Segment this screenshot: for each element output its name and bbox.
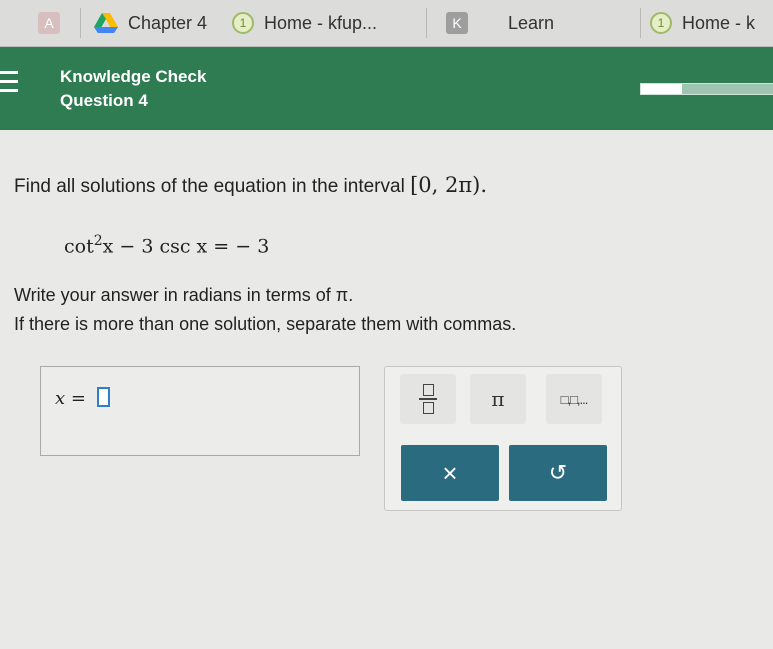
answer-label: x = [55, 388, 86, 409]
header-question-number: Question 4 [60, 91, 148, 110]
progress-fill [641, 84, 683, 94]
clear-button[interactable]: × [401, 445, 499, 501]
math-keypad: π □,□,... × ↺ [384, 366, 622, 511]
instruction-radians: Write your answer in radians in terms of… [14, 285, 354, 305]
tab-label: Chapter 4 [128, 12, 208, 33]
question-prompt: Find all solutions of the equation in th… [14, 173, 487, 198]
tab-chapter[interactable]: Chapter 4 [94, 0, 220, 46]
tab-divider [426, 8, 427, 38]
home-circle-icon: 1 [650, 12, 672, 34]
question-header: Knowledge Check Question 4 [0, 47, 773, 130]
interval-text: [0, 2π). [410, 173, 488, 197]
fraction-denominator-icon [422, 402, 434, 414]
tab-label: Learn [508, 12, 555, 33]
question-body: Find all solutions of the equation in th… [0, 130, 773, 649]
tab-a[interactable]: A [38, 0, 60, 46]
header-title: Knowledge Check [60, 67, 207, 86]
answer-input[interactable] [97, 387, 110, 407]
progress-bar [640, 83, 773, 95]
fraction-button[interactable] [400, 374, 456, 424]
browser-tab-strip: A Chapter 4 1 Home - kfup... K Learn 1 H… [0, 0, 773, 47]
letter-k-icon: K [446, 12, 468, 34]
tab-home-k[interactable]: 1 Home - k [650, 0, 773, 46]
equation-cot: cot [64, 235, 94, 258]
fraction-bar-icon [419, 398, 437, 400]
list-button[interactable]: □,□,... [546, 374, 602, 424]
hamburger-menu-icon[interactable] [0, 71, 18, 98]
tab-divider [640, 8, 641, 38]
answer-area[interactable]: x = [40, 366, 360, 456]
home-circle-icon: 1 [232, 12, 254, 34]
google-drive-icon [94, 13, 118, 33]
tab-label: Home - kfup... [264, 12, 378, 33]
letter-a-icon: A [38, 12, 60, 34]
equation-rest: x − 3 csc x = − 3 [102, 235, 270, 258]
tab-divider [80, 8, 81, 38]
tab-home-kfup[interactable]: 1 Home - kfup... [232, 0, 422, 46]
undo-button[interactable]: ↺ [509, 445, 607, 501]
equation-exponent: 2 [93, 233, 103, 249]
fraction-numerator-icon [422, 384, 434, 396]
prompt-text: Find all solutions of the equation in th… [14, 176, 405, 197]
tab-learn[interactable]: K Learn [446, 0, 586, 46]
tab-label: Home - k [682, 12, 756, 33]
equation: cot2x − 3 csc x = − 3 [64, 233, 269, 257]
pi-button[interactable]: π [470, 374, 526, 424]
instruction-commas: If there is more than one solution, sepa… [14, 314, 517, 334]
